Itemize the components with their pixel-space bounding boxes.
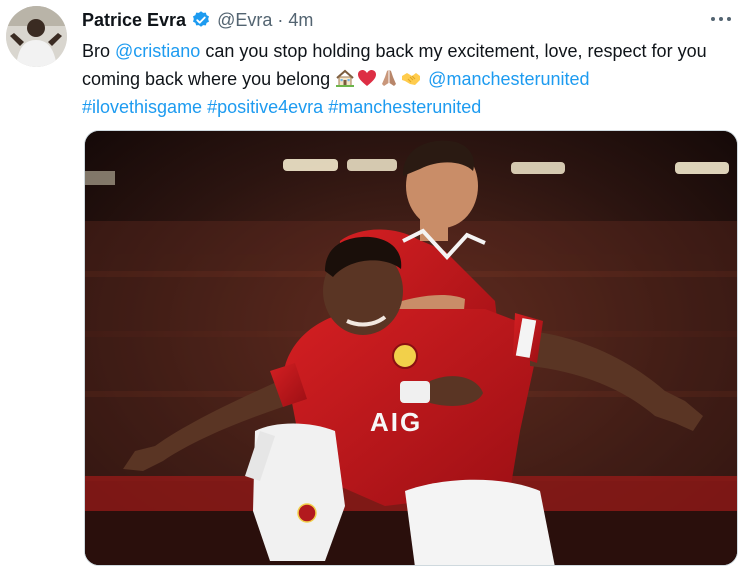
hashtag-manchesterunited[interactable]: #manchesterunited (328, 97, 481, 117)
mention-manchesterunited[interactable]: @manchesterunited (428, 69, 589, 89)
tweet-text: Bro @cristiano can you stop holding back… (82, 37, 732, 121)
shirt-sponsor-text: AIG (370, 407, 422, 437)
text-segment: Bro (82, 41, 116, 61)
tweet-photo[interactable]: AIG (84, 130, 738, 566)
hashtag-positive4evra[interactable]: #positive4evra (207, 97, 323, 117)
mention-cristiano[interactable]: @cristiano (115, 41, 200, 61)
house-emoji (335, 68, 355, 88)
avatar[interactable] (6, 6, 67, 67)
tweet: Patrice Evra @Evra · 4m Bro @cristiano c… (0, 0, 750, 569)
author-name[interactable]: Patrice Evra (82, 10, 186, 31)
folded-hands-emoji (379, 68, 399, 88)
tweet-header: Patrice Evra @Evra · 4m (82, 8, 313, 32)
hashtag-ilovethisgame[interactable]: #ilovethisgame (82, 97, 202, 117)
timestamp[interactable]: 4m (288, 10, 313, 31)
author-handle[interactable]: @Evra (217, 10, 272, 31)
separator-dot: · (277, 9, 284, 30)
red-heart-emoji (357, 68, 377, 88)
handshake-emoji (401, 68, 421, 88)
verified-badge-icon (191, 10, 211, 30)
more-options-icon[interactable] (706, 8, 736, 30)
